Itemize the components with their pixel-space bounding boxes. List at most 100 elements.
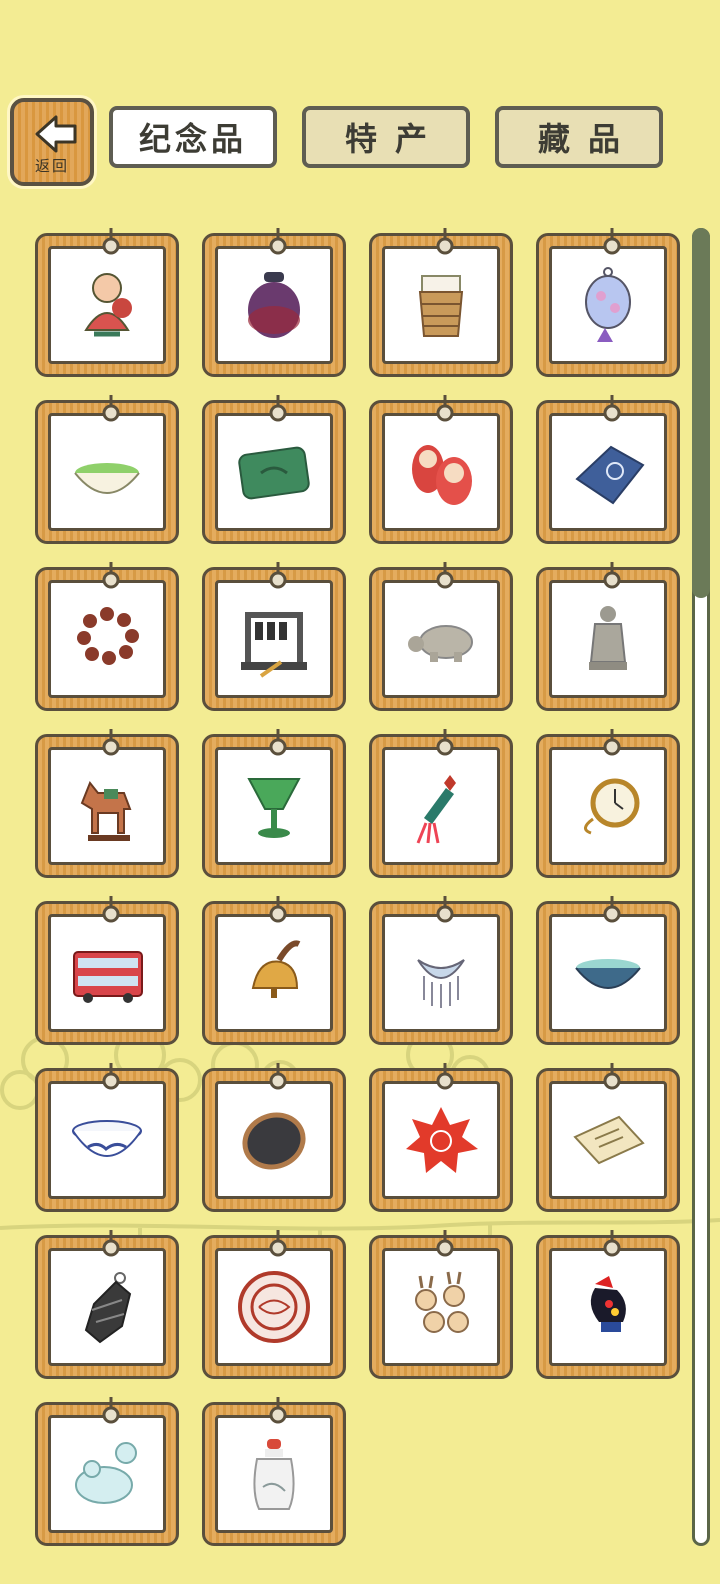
item-card[interactable] xyxy=(35,395,179,544)
item-card[interactable] xyxy=(35,896,179,1045)
hook-icon xyxy=(603,395,621,422)
item-card[interactable] xyxy=(369,228,513,377)
item-slot xyxy=(215,246,333,364)
snuff-bottle-icon xyxy=(253,1439,295,1510)
item-slot xyxy=(382,1248,500,1366)
item-card[interactable] xyxy=(35,1230,179,1379)
item-card[interactable] xyxy=(35,228,179,377)
scrollbar-thumb[interactable] xyxy=(692,228,710,598)
item-card[interactable] xyxy=(536,729,680,878)
item-slot xyxy=(215,1248,333,1366)
item-card[interactable] xyxy=(202,1397,346,1546)
scrollbar[interactable] xyxy=(692,228,710,1546)
item-slot xyxy=(549,1081,667,1199)
hook-icon xyxy=(102,562,120,589)
item-slot xyxy=(382,413,500,531)
hook-icon xyxy=(269,1230,287,1257)
item-slot xyxy=(48,413,166,531)
item-slot xyxy=(215,914,333,1032)
porcelain-bowl-icon xyxy=(72,1120,142,1157)
item-card[interactable] xyxy=(536,1230,680,1379)
passport-booklet-icon xyxy=(573,1115,645,1165)
double-decker-bus-icon xyxy=(73,951,143,1003)
hook-icon xyxy=(436,228,454,255)
tab-specialties[interactable]: 特产 xyxy=(302,106,470,168)
item-slot xyxy=(215,1415,333,1533)
hook-icon xyxy=(603,896,621,923)
item-card[interactable] xyxy=(202,562,346,711)
item-card[interactable] xyxy=(202,1063,346,1212)
back-button[interactable]: 返回 xyxy=(10,98,94,186)
hook-icon xyxy=(102,896,120,923)
item-slot xyxy=(215,580,333,698)
hook-icon xyxy=(269,228,287,255)
item-slot xyxy=(215,747,333,865)
item-slot xyxy=(48,1248,166,1366)
item-card[interactable] xyxy=(35,1397,179,1546)
item-card[interactable] xyxy=(536,395,680,544)
barcelos-rooster-icon xyxy=(590,1276,626,1332)
tab-souvenirs[interactable]: 纪念品 xyxy=(109,106,277,168)
green-goblet-icon xyxy=(247,778,301,838)
item-slot xyxy=(215,1081,333,1199)
item-card[interactable] xyxy=(536,896,680,1045)
item-slot xyxy=(48,914,166,1032)
glass-lantern-icon xyxy=(585,267,631,342)
item-slot xyxy=(48,1415,166,1533)
hook-icon xyxy=(603,228,621,255)
red-seal-icon xyxy=(238,1271,310,1343)
item-card[interactable] xyxy=(369,395,513,544)
hook-icon xyxy=(102,1230,120,1257)
item-slot xyxy=(549,580,667,698)
hook-icon xyxy=(102,395,120,422)
hook-icon xyxy=(603,562,621,589)
tab-collections[interactable]: 藏品 xyxy=(495,106,663,168)
hook-icon xyxy=(436,562,454,589)
hook-icon xyxy=(436,729,454,756)
hook-icon xyxy=(269,562,287,589)
item-card[interactable] xyxy=(202,729,346,878)
item-card[interactable] xyxy=(202,228,346,377)
item-slot xyxy=(382,747,500,865)
matryoshka-icon xyxy=(412,445,472,505)
terracotta-warrior-icon xyxy=(589,606,627,670)
item-card[interactable] xyxy=(369,1230,513,1379)
wooden-bell-icon xyxy=(251,940,301,998)
item-slot xyxy=(48,246,166,364)
item-card[interactable] xyxy=(536,1063,680,1212)
clay-doll-icon xyxy=(84,273,132,337)
bianzhong-bells-icon xyxy=(241,612,307,678)
tea-bowl-icon xyxy=(575,959,641,989)
item-card[interactable] xyxy=(202,395,346,544)
item-card[interactable] xyxy=(202,896,346,1045)
stone-turtle-icon xyxy=(408,625,473,662)
hook-icon xyxy=(269,1063,287,1090)
item-card[interactable] xyxy=(369,729,513,878)
hook-icon xyxy=(102,1063,120,1090)
item-card[interactable] xyxy=(536,562,680,711)
prayer-beads-icon xyxy=(77,607,139,665)
item-slot xyxy=(549,246,667,364)
item-card[interactable] xyxy=(369,562,513,711)
stone-pendant-icon xyxy=(84,1272,132,1344)
jade-frog-icon xyxy=(75,1442,137,1504)
item-card[interactable] xyxy=(35,729,179,878)
hook-icon xyxy=(102,1397,120,1424)
hook-icon xyxy=(436,896,454,923)
jade-inkstone-icon xyxy=(238,446,310,500)
silver-necklace-icon xyxy=(417,959,465,1008)
item-card[interactable] xyxy=(35,1063,179,1212)
pocket-watch-icon xyxy=(584,778,640,835)
black-inkstone-icon xyxy=(242,1112,306,1170)
hook-icon xyxy=(603,729,621,756)
ceramic-jar-icon xyxy=(248,272,300,338)
item-slot xyxy=(382,580,500,698)
item-card[interactable] xyxy=(369,896,513,1045)
item-card[interactable] xyxy=(35,562,179,711)
hook-icon xyxy=(269,395,287,422)
hook-icon xyxy=(269,896,287,923)
item-card[interactable] xyxy=(202,1230,346,1379)
hook-icon xyxy=(269,729,287,756)
item-card[interactable] xyxy=(536,228,680,377)
item-card[interactable] xyxy=(369,1063,513,1212)
